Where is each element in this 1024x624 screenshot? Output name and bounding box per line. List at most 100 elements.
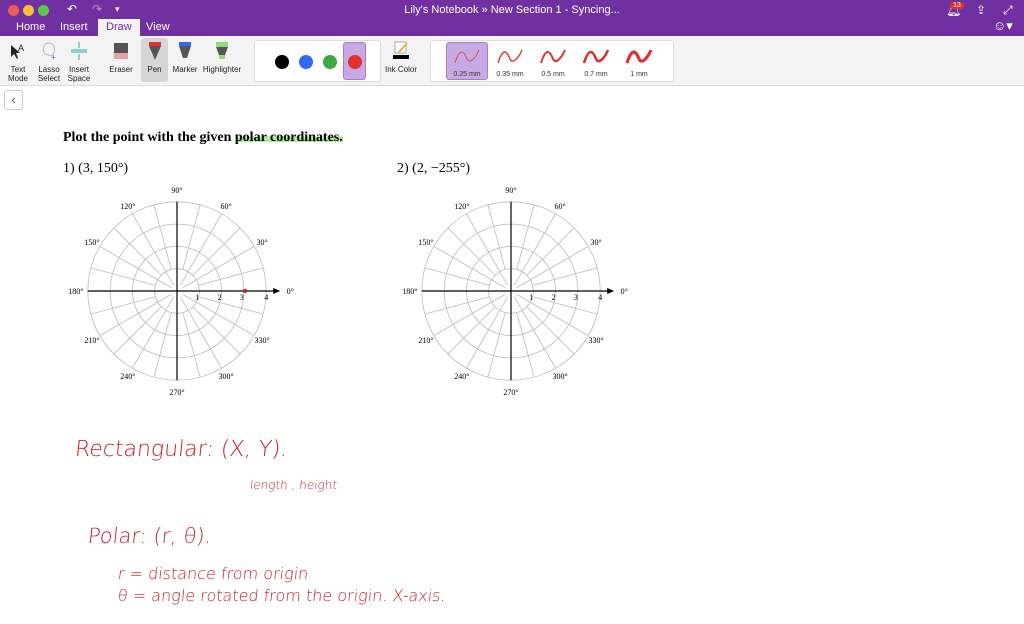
svg-text:A: A <box>18 43 24 53</box>
angle-label: 0° <box>621 287 628 296</box>
marker-icon <box>179 42 191 58</box>
text-cursor-icon: A <box>11 43 24 59</box>
angle-label: 90° <box>505 186 516 195</box>
angle-label: 270° <box>503 388 518 397</box>
thickness-option[interactable]: 0.25 mm <box>447 45 487 78</box>
ink-stroke-icon <box>454 49 480 64</box>
tab-view[interactable]: View <box>138 19 178 36</box>
thickness-option[interactable]: 0.35 mm <box>490 45 530 78</box>
radius-label: 4 <box>264 293 268 302</box>
radius-label: 3 <box>240 293 244 302</box>
angle-label: 180° <box>68 287 83 296</box>
insert-space-button[interactable]: Insert Space <box>65 41 93 83</box>
grid-spoke <box>487 312 506 378</box>
radius-label: 3 <box>574 293 578 302</box>
handwritten-polar: Polar: (r, θ). <box>86 524 213 548</box>
grid-spoke <box>90 267 156 286</box>
thickness-option[interactable]: 0.7 mm <box>576 45 616 78</box>
grid-spoke <box>516 312 535 378</box>
page-heading: Plot the point with the given polar coor… <box>63 130 343 146</box>
grid-spoke <box>532 296 598 315</box>
page-nav-bar: ‹ <box>0 87 1024 113</box>
ink-stroke-icon <box>497 49 523 64</box>
highlighter-icon <box>216 42 228 59</box>
grid-spoke <box>182 312 201 378</box>
pen-label: Pen <box>147 65 162 74</box>
angle-label: 90° <box>171 186 182 195</box>
radius-label: 1 <box>529 293 533 302</box>
thickness-palette: 0.25 mm 0.35 mm 0.5 mm 0.7 mm 1 mm <box>430 40 674 82</box>
color-blue[interactable] <box>299 55 313 69</box>
grid-spoke <box>198 267 264 286</box>
fullscreen-icon[interactable]: ⤢ <box>1003 3 1013 18</box>
tab-insert[interactable]: Insert <box>52 19 96 36</box>
title-bar: ↶ ↷ ▾ Lily's Notebook » New Section 1 - … <box>0 0 1024 36</box>
pen-button[interactable]: Pen <box>141 38 168 82</box>
axis-arrow-icon <box>273 288 281 294</box>
axis-arrow-icon <box>607 288 615 294</box>
angle-label: 60° <box>220 202 231 211</box>
highlighter-label: Highlighter <box>202 65 242 74</box>
text-mode-label: Text Mode <box>7 65 28 83</box>
window-title: Lily's Notebook » New Section 1 - Syncin… <box>404 4 620 16</box>
problem-2-label: 2) (2, −255°) <box>397 161 470 176</box>
grid-spoke <box>424 296 490 315</box>
polar-grid-2[interactable]: 0° 30° 60° 90° 120° 150° 180° 210° 240° 270° 300° 3… <box>391 181 631 401</box>
angle-label: 120° <box>454 202 469 211</box>
ink-color-button[interactable]: Ink Color <box>383 41 419 74</box>
problem-1-label: 1) (3, 150°) <box>63 161 129 176</box>
lasso-select-button[interactable]: + Lasso Select <box>35 41 63 83</box>
grid-spoke <box>487 204 506 270</box>
ink-stroke-icon <box>540 49 566 64</box>
grid-spoke <box>532 267 598 286</box>
notification-badge: 13 <box>950 2 964 9</box>
svg-text:+: + <box>51 53 56 61</box>
text-mode-button[interactable]: A Text Mode <box>5 41 31 83</box>
color-green[interactable] <box>323 55 337 69</box>
insert-space-label: Insert Space <box>67 65 91 83</box>
lasso-label: Lasso Select <box>37 65 61 83</box>
color-black[interactable] <box>275 55 289 69</box>
radius-label: 2 <box>552 293 556 302</box>
color-palette <box>254 40 381 82</box>
angle-label: 240° <box>120 372 135 381</box>
handwritten-r-definition: r = distance from origin <box>117 564 310 583</box>
polar-grid-1[interactable]: 0° 30° 60° 90° 120° 150° 180° 210° 240° 270° 300° 3… <box>57 181 297 401</box>
handwritten-length-height: length , height <box>249 478 338 492</box>
angle-label: 330° <box>588 336 603 345</box>
marker-button[interactable]: Marker <box>170 41 200 74</box>
handwritten-rectangular: Rectangular: (X, Y). <box>73 437 289 462</box>
grid-spoke <box>516 204 535 270</box>
heading-highlighted-text: polar coordinates. <box>234 130 343 145</box>
grid-spoke <box>153 204 172 270</box>
highlighter-button[interactable]: Highlighter <box>200 41 244 74</box>
angle-label: 30° <box>256 238 267 247</box>
tab-draw[interactable]: Draw <box>98 19 140 36</box>
tab-home[interactable]: Home <box>8 19 53 36</box>
eraser-label: Eraser <box>109 65 133 74</box>
grid-spoke <box>90 296 156 315</box>
share-icon[interactable]: ⇪ <box>976 3 986 17</box>
thickness-label: 0.35 mm <box>496 71 524 78</box>
thickness-option[interactable]: 1 mm <box>619 45 659 78</box>
heading-text: Plot the point with the given <box>63 130 235 145</box>
angle-label: 300° <box>218 372 233 381</box>
handwritten-theta-definition: θ = angle rotated from the origin. X-axi… <box>117 586 447 605</box>
grid-spoke <box>424 267 490 286</box>
angle-label: 60° <box>554 202 565 211</box>
color-red[interactable] <box>348 55 362 69</box>
thickness-label: 0.25 mm <box>453 71 481 78</box>
pen-icon <box>148 42 161 60</box>
grid-spoke <box>153 312 172 378</box>
feedback-smiley-icon[interactable]: ☺▾ <box>993 18 1013 34</box>
angle-label: 180° <box>402 287 417 296</box>
eraser-button[interactable]: Eraser <box>106 41 136 74</box>
ink-stroke-icon <box>625 49 653 64</box>
back-chevron-icon[interactable]: ‹ <box>4 90 23 110</box>
angle-label: 270° <box>169 388 184 397</box>
thickness-option[interactable]: 0.5 mm <box>533 45 573 78</box>
angle-label: 0° <box>287 287 294 296</box>
eraser-icon <box>114 43 128 59</box>
grid-spoke <box>198 296 264 315</box>
ink-stroke-icon <box>582 49 610 64</box>
